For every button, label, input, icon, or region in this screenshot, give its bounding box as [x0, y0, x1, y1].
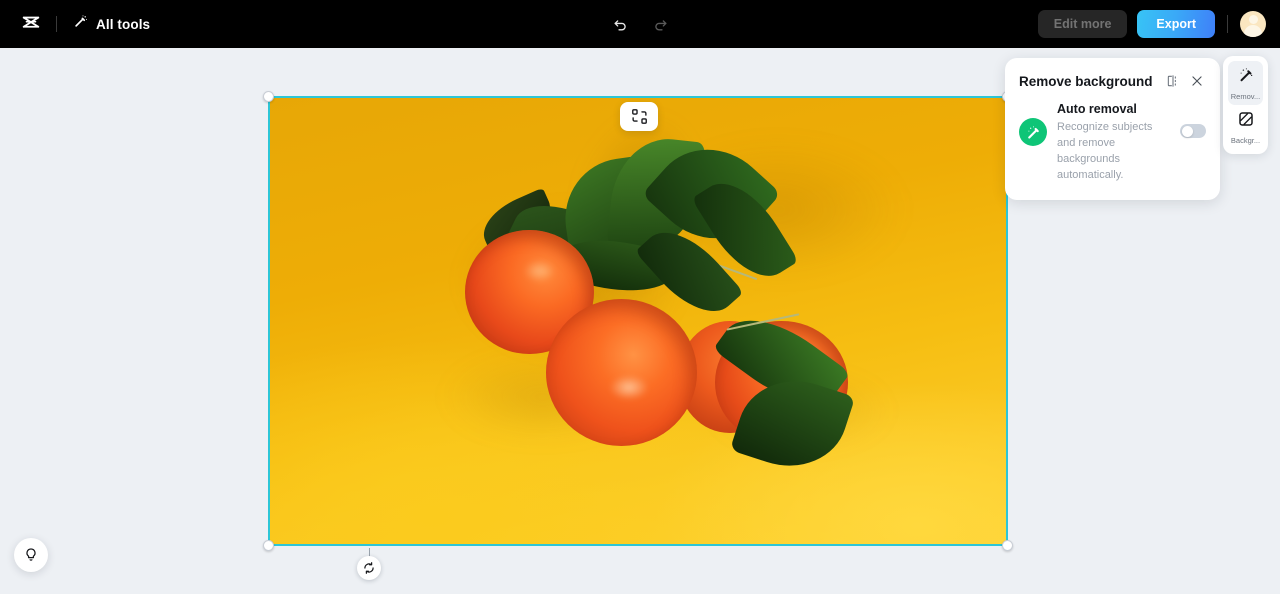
workspace: Remove background Auto removal Recognize…: [0, 48, 1280, 594]
edit-more-button[interactable]: Edit more: [1037, 10, 1128, 38]
header-left-group: All tools: [0, 7, 156, 41]
capcut-logo-icon[interactable]: [14, 7, 48, 41]
magic-wand-icon: [1237, 66, 1255, 89]
undo-icon[interactable]: [606, 10, 634, 38]
header-divider: [56, 16, 57, 32]
right-tool-rail: Remov... Backgr...: [1223, 56, 1268, 154]
image-selection-frame[interactable]: [263, 91, 1013, 551]
avatar[interactable]: [1240, 11, 1266, 37]
all-tools-label: All tools: [96, 16, 151, 32]
image-canvas[interactable]: [270, 98, 1006, 544]
history-controls: [606, 10, 674, 38]
lightbulb-icon[interactable]: [14, 538, 48, 572]
close-icon[interactable]: [1188, 72, 1206, 90]
auto-removal-toggle[interactable]: [1180, 124, 1206, 138]
toggle-knob: [1181, 125, 1193, 137]
mandarin-orange: [546, 298, 697, 446]
header-right-group: Edit more Export: [1037, 10, 1266, 38]
panel-title: Remove background: [1019, 73, 1153, 89]
magic-wand-badge-icon: [1019, 118, 1047, 146]
all-tools-button[interactable]: All tools: [67, 10, 156, 38]
panel-header: Remove background: [1019, 72, 1206, 90]
magic-wand-icon: [73, 14, 88, 34]
sidebar-item-remove-background[interactable]: Remov...: [1228, 61, 1263, 105]
remove-background-panel: Remove background Auto removal Recognize…: [1005, 58, 1220, 200]
header-divider-right: [1227, 15, 1228, 33]
auto-removal-text: Auto removal Recognize subjects and remo…: [1057, 102, 1170, 184]
rotate-handle-icon[interactable]: [357, 556, 381, 580]
resize-handle-top-left[interactable]: [263, 91, 274, 102]
sidebar-item-label: Remov...: [1230, 92, 1261, 101]
resize-handle-bottom-right[interactable]: [1002, 540, 1013, 551]
sidebar-item-label: Backgr...: [1230, 136, 1261, 145]
export-button[interactable]: Export: [1137, 10, 1215, 38]
redo-icon[interactable]: [646, 10, 674, 38]
resize-handle-bottom-left[interactable]: [263, 540, 274, 551]
background-pattern-icon: [1237, 110, 1255, 133]
top-header: All tools Edit more Export: [0, 0, 1280, 48]
compare-split-icon[interactable]: [1164, 72, 1182, 90]
replace-media-icon[interactable]: [620, 102, 658, 131]
auto-removal-row: Auto removal Recognize subjects and remo…: [1019, 102, 1206, 184]
sidebar-item-background[interactable]: Backgr...: [1228, 105, 1263, 149]
auto-removal-title: Auto removal: [1057, 102, 1137, 116]
auto-removal-description: Recognize subjects and remove background…: [1057, 121, 1153, 181]
